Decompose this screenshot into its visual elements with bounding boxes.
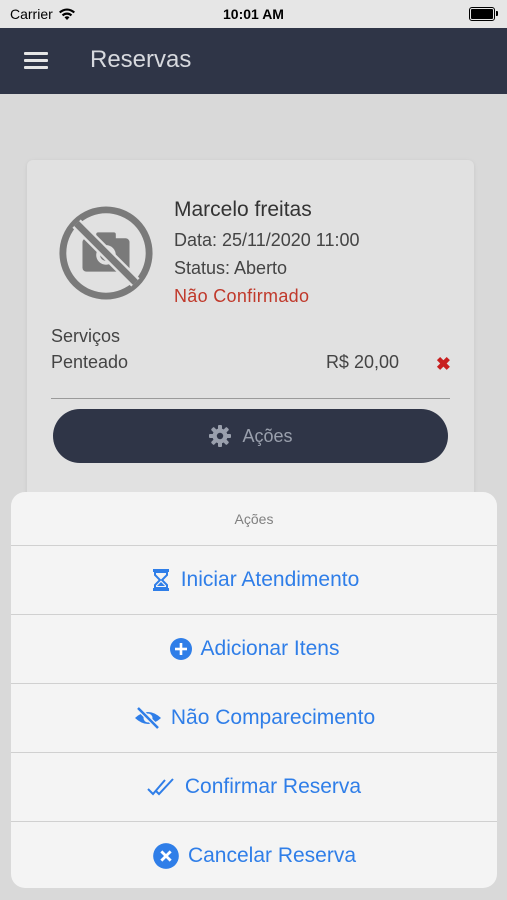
reservation-status: Status: Aberto: [174, 258, 288, 278]
start-service-label: Iniciar Atendimento: [180, 568, 360, 591]
add-items-option[interactable]: Adicionar Itens: [11, 615, 497, 684]
double-check-icon: [147, 778, 174, 796]
cancel-reservation-label: Cancelar Reserva: [187, 844, 357, 867]
reservation-date: Data: 25/11/2020 11:00: [174, 230, 360, 250]
start-service-option[interactable]: Iniciar Atendimento: [11, 546, 497, 615]
add-items-label: Adicionar Itens: [200, 637, 340, 660]
actions-button-label: Ações: [242, 425, 293, 446]
cancel-reservation-option[interactable]: Cancelar Reserva: [11, 822, 497, 888]
reservation-card: Marcelo freitas Data: 25/11/2020 11:00 S…: [27, 160, 474, 500]
divider: [51, 398, 450, 399]
battery-icon: [469, 7, 498, 21]
no-photo-icon: [59, 206, 153, 300]
action-sheet-title: Ações: [11, 492, 497, 546]
confirm-reservation-label: Confirmar Reserva: [184, 775, 362, 798]
service-name: Penteado: [51, 352, 129, 372]
remove-service-icon[interactable]: ✖: [436, 354, 451, 375]
clock: 10:01 AM: [223, 6, 284, 22]
eye-slash-icon: [134, 706, 161, 730]
gear-icon: [209, 425, 232, 447]
hourglass-icon: [152, 569, 169, 591]
no-show-label: Não Comparecimento: [170, 706, 376, 729]
nav-bar: Reservas: [0, 28, 507, 94]
page-title: Reservas: [90, 46, 192, 73]
no-show-option[interactable]: Não Comparecimento: [11, 684, 497, 753]
service-price: R$ 20,00: [325, 352, 399, 372]
x-circle-icon: [153, 843, 179, 869]
action-sheet: Ações Iniciar Atendimento Adicionar Iten…: [11, 492, 497, 888]
services-title: Serviços: [51, 326, 121, 346]
confirmation-status: Não Confirmado: [174, 286, 310, 306]
confirm-reservation-option[interactable]: Confirmar Reserva: [11, 753, 497, 822]
actions-button[interactable]: Ações: [53, 409, 448, 463]
client-name: Marcelo freitas: [174, 198, 312, 221]
hamburger-menu-icon[interactable]: [24, 52, 48, 70]
plus-circle-icon: [169, 638, 192, 660]
status-bar: Carrier 10:01 AM: [0, 0, 507, 28]
